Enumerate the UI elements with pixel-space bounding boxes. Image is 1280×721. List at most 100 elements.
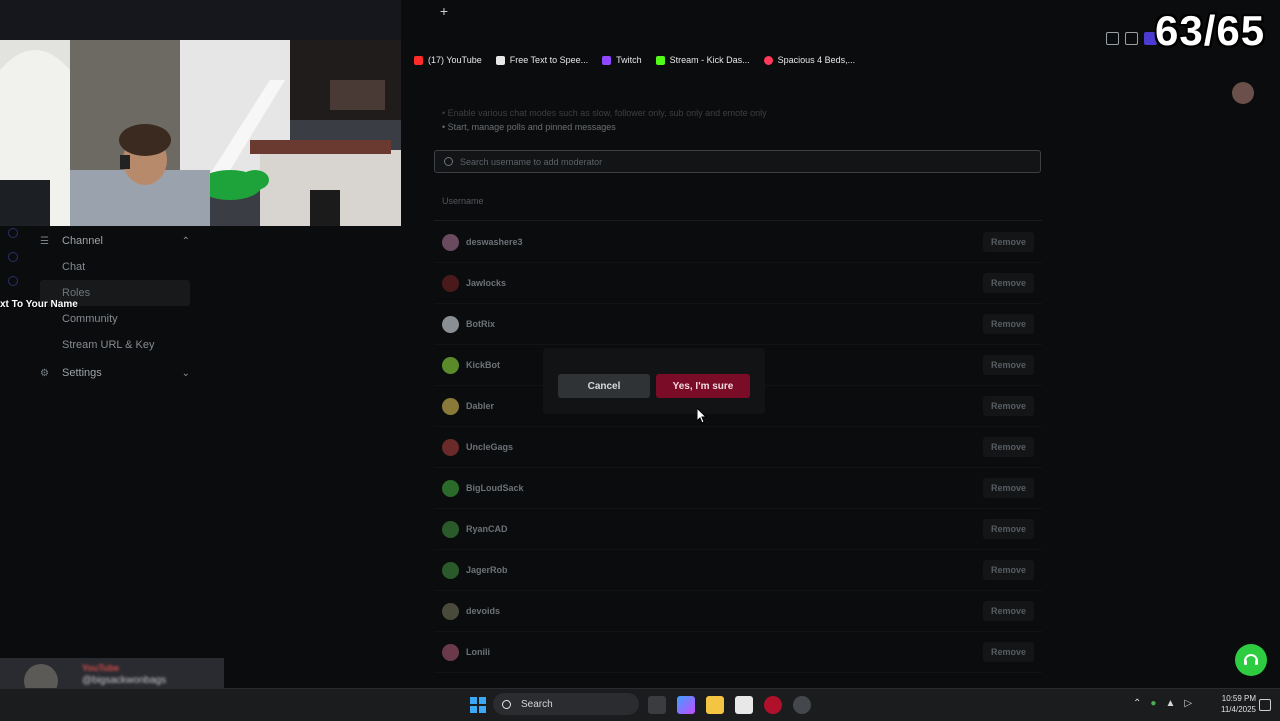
role-description: • Enable various chat modes such as slow… (442, 106, 767, 134)
notification-icon[interactable] (1259, 699, 1271, 711)
document-icon (495, 55, 505, 65)
channel-label: Channel (62, 235, 103, 247)
bookmark-label: (17) YouTube (428, 55, 482, 65)
avatar (442, 397, 459, 415)
table-row: Lonili Remove (434, 632, 1042, 673)
channel-icon: ☰ (40, 235, 49, 247)
username: Jawlocks (466, 278, 507, 288)
new-tab-button[interactable]: + (437, 4, 451, 18)
sidebar-item-stream-url-key[interactable]: Stream URL & Key (40, 332, 190, 358)
username: BigLoudSack (466, 483, 524, 493)
cancel-button[interactable]: Cancel (558, 374, 650, 398)
chevron-down-icon: ⌄ (181, 367, 190, 379)
bookmark-label: Spacious 4 Beds,... (777, 55, 856, 65)
username: UncleGags (466, 442, 514, 452)
bookmark-label: Free Text to Spee... (509, 55, 589, 65)
bookmark-label: Twitch (616, 55, 642, 65)
youtube-icon (414, 55, 423, 65)
gear-icon: ⚙ (40, 367, 49, 379)
remove-button[interactable]: Remove (982, 519, 1034, 539)
remove-button[interactable]: Remove (982, 273, 1034, 293)
remove-button[interactable]: Remove (982, 437, 1034, 457)
taskbar-search[interactable]: Search (493, 693, 639, 715)
store-icon[interactable] (735, 696, 753, 714)
username: BotRix (466, 319, 495, 329)
table-row: devoids Remove (434, 591, 1042, 632)
profile-avatar[interactable] (1232, 82, 1254, 104)
chevron-up-icon[interactable]: ⌃ (1133, 698, 1141, 709)
remove-button[interactable]: Remove (982, 396, 1034, 416)
circle-icon[interactable] (8, 228, 18, 238)
opera-icon[interactable] (764, 696, 782, 714)
table-row: RyanCAD Remove (434, 509, 1042, 550)
bookmark-youtube[interactable]: (17) YouTube (414, 55, 482, 65)
microphone-icon[interactable]: ● (1150, 698, 1156, 709)
avatar (442, 602, 459, 620)
overlay-name-text: xt To Your Name (0, 299, 78, 310)
username: KickBot (466, 360, 501, 370)
table-header: Username (434, 192, 1042, 221)
kick-icon (655, 55, 665, 65)
file-explorer-icon[interactable] (706, 696, 724, 714)
remove-button[interactable]: Remove (982, 560, 1034, 580)
avatar (442, 561, 459, 579)
taskbar-search-label: Search (521, 698, 553, 710)
copilot-icon[interactable] (677, 696, 695, 714)
description-line: • Start, manage polls and pinned message… (442, 122, 616, 132)
twitch-icon (602, 55, 612, 65)
airbnb-icon (763, 55, 773, 65)
moderator-search-input[interactable] (458, 155, 1022, 168)
goal-counter: 63/65 (1155, 7, 1266, 54)
task-view-icon[interactable] (648, 696, 666, 714)
settings-nav-header[interactable]: ⚙ Settings ⌄ (40, 364, 190, 382)
moderator-list: deswashere3 Remove Jawlocks Remove BotRi… (434, 222, 1042, 673)
bookmark-label: Stream - Kick Das... (669, 55, 750, 65)
pin-icon[interactable] (1106, 32, 1119, 45)
avatar (442, 233, 459, 251)
avatar (442, 643, 459, 661)
webcam-overlay (0, 0, 401, 226)
settings-label: Settings (62, 367, 102, 379)
channel-nav-header[interactable]: ☰ Channel ⌃ (40, 232, 190, 250)
circle-icon[interactable] (8, 252, 18, 262)
username-column-header: Username (442, 196, 484, 206)
username: devoids (466, 606, 501, 616)
remove-button[interactable]: Remove (982, 601, 1034, 621)
clock-time: 10:59 PM (1221, 694, 1256, 703)
chat-handle: @bigsackwonbags (82, 675, 167, 686)
circle-icon[interactable] (8, 276, 18, 286)
mouse-cursor-icon (697, 408, 707, 424)
screenshot-icon[interactable] (1125, 32, 1138, 45)
headset-icon (1244, 654, 1258, 665)
username: JagerRob (466, 565, 508, 575)
windows-start-icon[interactable] (470, 697, 486, 713)
chat-overlay: YouTube @bigsackwonbags (0, 658, 224, 698)
volume-icon[interactable]: ▷ (1184, 698, 1192, 709)
bookmark-airbnb[interactable]: Spacious 4 Beds,... (763, 55, 856, 65)
confirm-button[interactable]: Yes, I'm sure (656, 374, 750, 398)
avatar (442, 274, 459, 292)
remove-button[interactable]: Remove (982, 478, 1034, 498)
avatar (442, 520, 459, 538)
bookmark-twitch[interactable]: Twitch (602, 55, 642, 65)
taskbar-clock[interactable]: 10:59 PM 11/4/2025 (1212, 693, 1256, 715)
table-row: UncleGags Remove (434, 427, 1042, 468)
username: deswashere3 (466, 237, 523, 247)
side-icon-column (8, 228, 18, 300)
chat-source: YouTube (82, 663, 120, 673)
username: Dabler (466, 401, 495, 411)
remove-button[interactable]: Remove (982, 232, 1034, 252)
clock-date: 11/4/2025 (1221, 705, 1256, 714)
remove-button[interactable]: Remove (982, 642, 1034, 662)
wifi-icon[interactable]: ▲ (1165, 698, 1175, 709)
bookmark-text-to-speech[interactable]: Free Text to Spee... (495, 55, 589, 65)
moderator-search (434, 150, 1041, 173)
bookmark-kick[interactable]: Stream - Kick Das... (655, 55, 750, 65)
sidebar-item-chat[interactable]: Chat (40, 254, 190, 280)
avatar (442, 479, 459, 497)
remove-button[interactable]: Remove (982, 355, 1034, 375)
app-icon[interactable] (793, 696, 811, 714)
support-chat-button[interactable] (1235, 644, 1267, 676)
description-line: • Enable various chat modes such as slow… (442, 108, 767, 118)
remove-button[interactable]: Remove (982, 314, 1034, 334)
